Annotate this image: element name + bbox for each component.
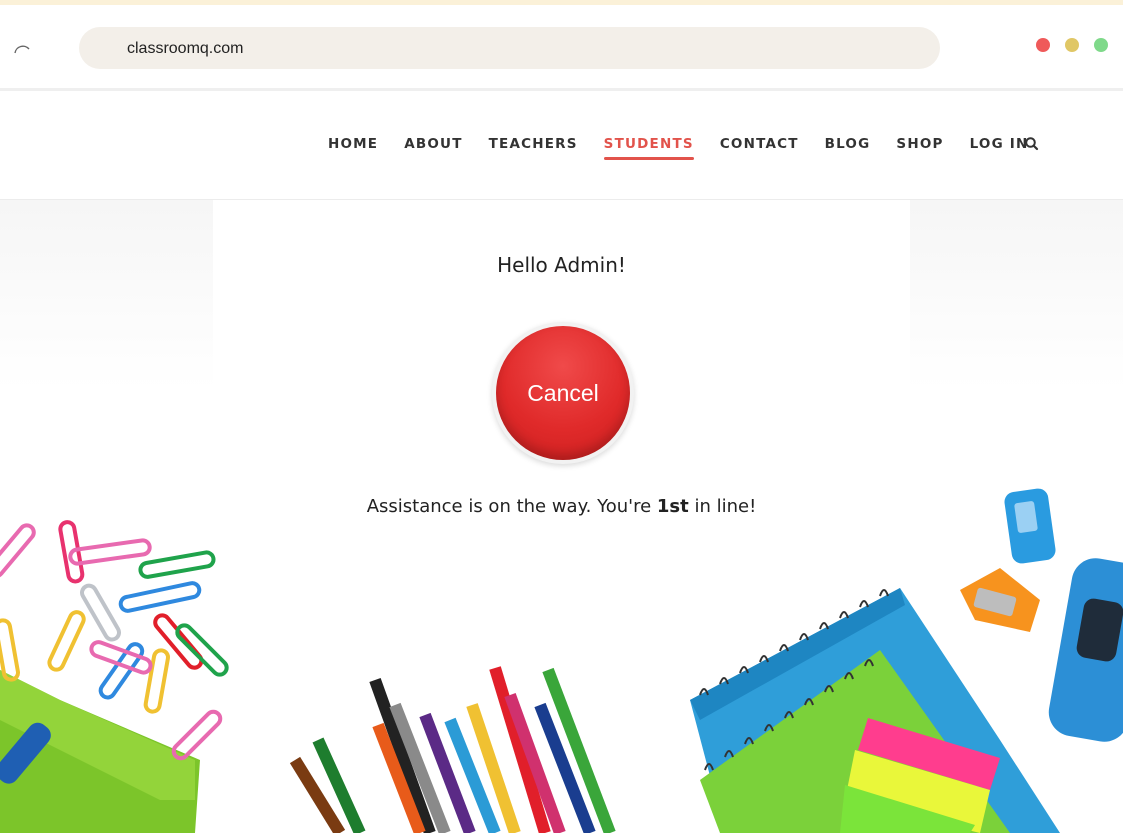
nav-item-blog[interactable]: BLOG [825, 136, 871, 152]
nav-item-shop[interactable]: SHOP [896, 136, 943, 152]
nav-item-log-in[interactable]: LOG IN [970, 136, 1029, 152]
site-header: HOME ABOUT TEACHERS STUDENTS CONTACT BLO… [0, 91, 1123, 200]
nav-item-teachers[interactable]: TEACHERS [489, 136, 578, 152]
loading-spinner-icon [14, 45, 30, 54]
address-bar-url: classroomq.com [127, 40, 244, 57]
window-maximize-button[interactable] [1094, 38, 1108, 52]
cancel-button[interactable]: Cancel [496, 326, 630, 460]
nav-item-home[interactable]: HOME [328, 136, 378, 152]
greeting-text: Hello Admin! [497, 253, 626, 277]
nav-item-contact[interactable]: CONTACT [720, 136, 799, 152]
window-minimize-button[interactable] [1065, 38, 1079, 52]
queue-status-suffix: in line! [688, 496, 757, 517]
queue-status-text: Assistance is on the way. You're 1st in … [213, 496, 910, 517]
search-icon[interactable] [1024, 136, 1040, 152]
hero-section: Hello Admin! Cancel Assistance is on the… [0, 200, 1123, 833]
address-bar[interactable]: classroomq.com [79, 27, 940, 69]
queue-position: 1st [656, 496, 689, 517]
window-close-button[interactable] [1036, 38, 1050, 52]
nav-item-about[interactable]: ABOUT [404, 136, 462, 152]
main-nav: HOME ABOUT TEACHERS STUDENTS CONTACT BLO… [328, 136, 1055, 160]
queue-status-card: Hello Admin! Cancel Assistance is on the… [213, 200, 910, 548]
cancel-button-ring: Cancel [492, 322, 634, 464]
page: classroomq.com HOME ABOUT TEACHERS STUDE… [0, 0, 1123, 833]
queue-status-prefix: Assistance is on the way. You're [366, 496, 657, 517]
nav-item-students[interactable]: STUDENTS [603, 136, 694, 160]
